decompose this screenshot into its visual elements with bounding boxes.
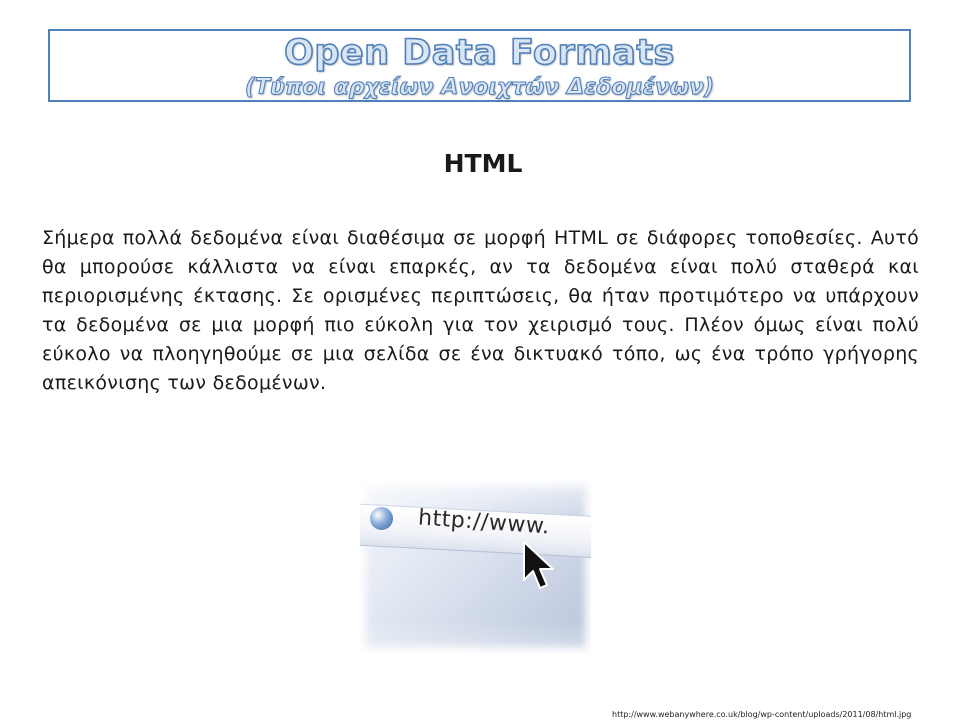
section-heading: HTML <box>443 149 523 178</box>
slide-subtitle: (Τύποι αρχείων Ανοιχτών Δεδομένων) <box>244 74 715 100</box>
browser-url-image: http://www. <box>360 480 591 653</box>
image-source-link[interactable]: http://www.webanywhere.co.uk/blog/wp-con… <box>612 710 960 720</box>
slide: Open Data Formats (Τύποι αρχείων Ανοιχτώ… <box>0 0 960 720</box>
title-box: Open Data Formats (Τύποι αρχείων Ανοιχτώ… <box>48 29 911 102</box>
globe-icon <box>370 507 393 530</box>
slide-title: Open Data Formats <box>283 32 675 74</box>
arrow-cursor-icon <box>523 541 554 589</box>
body-paragraph: Σήμερα πολλά δεδομένα είναι διαθέσιμα σε… <box>42 227 919 394</box>
